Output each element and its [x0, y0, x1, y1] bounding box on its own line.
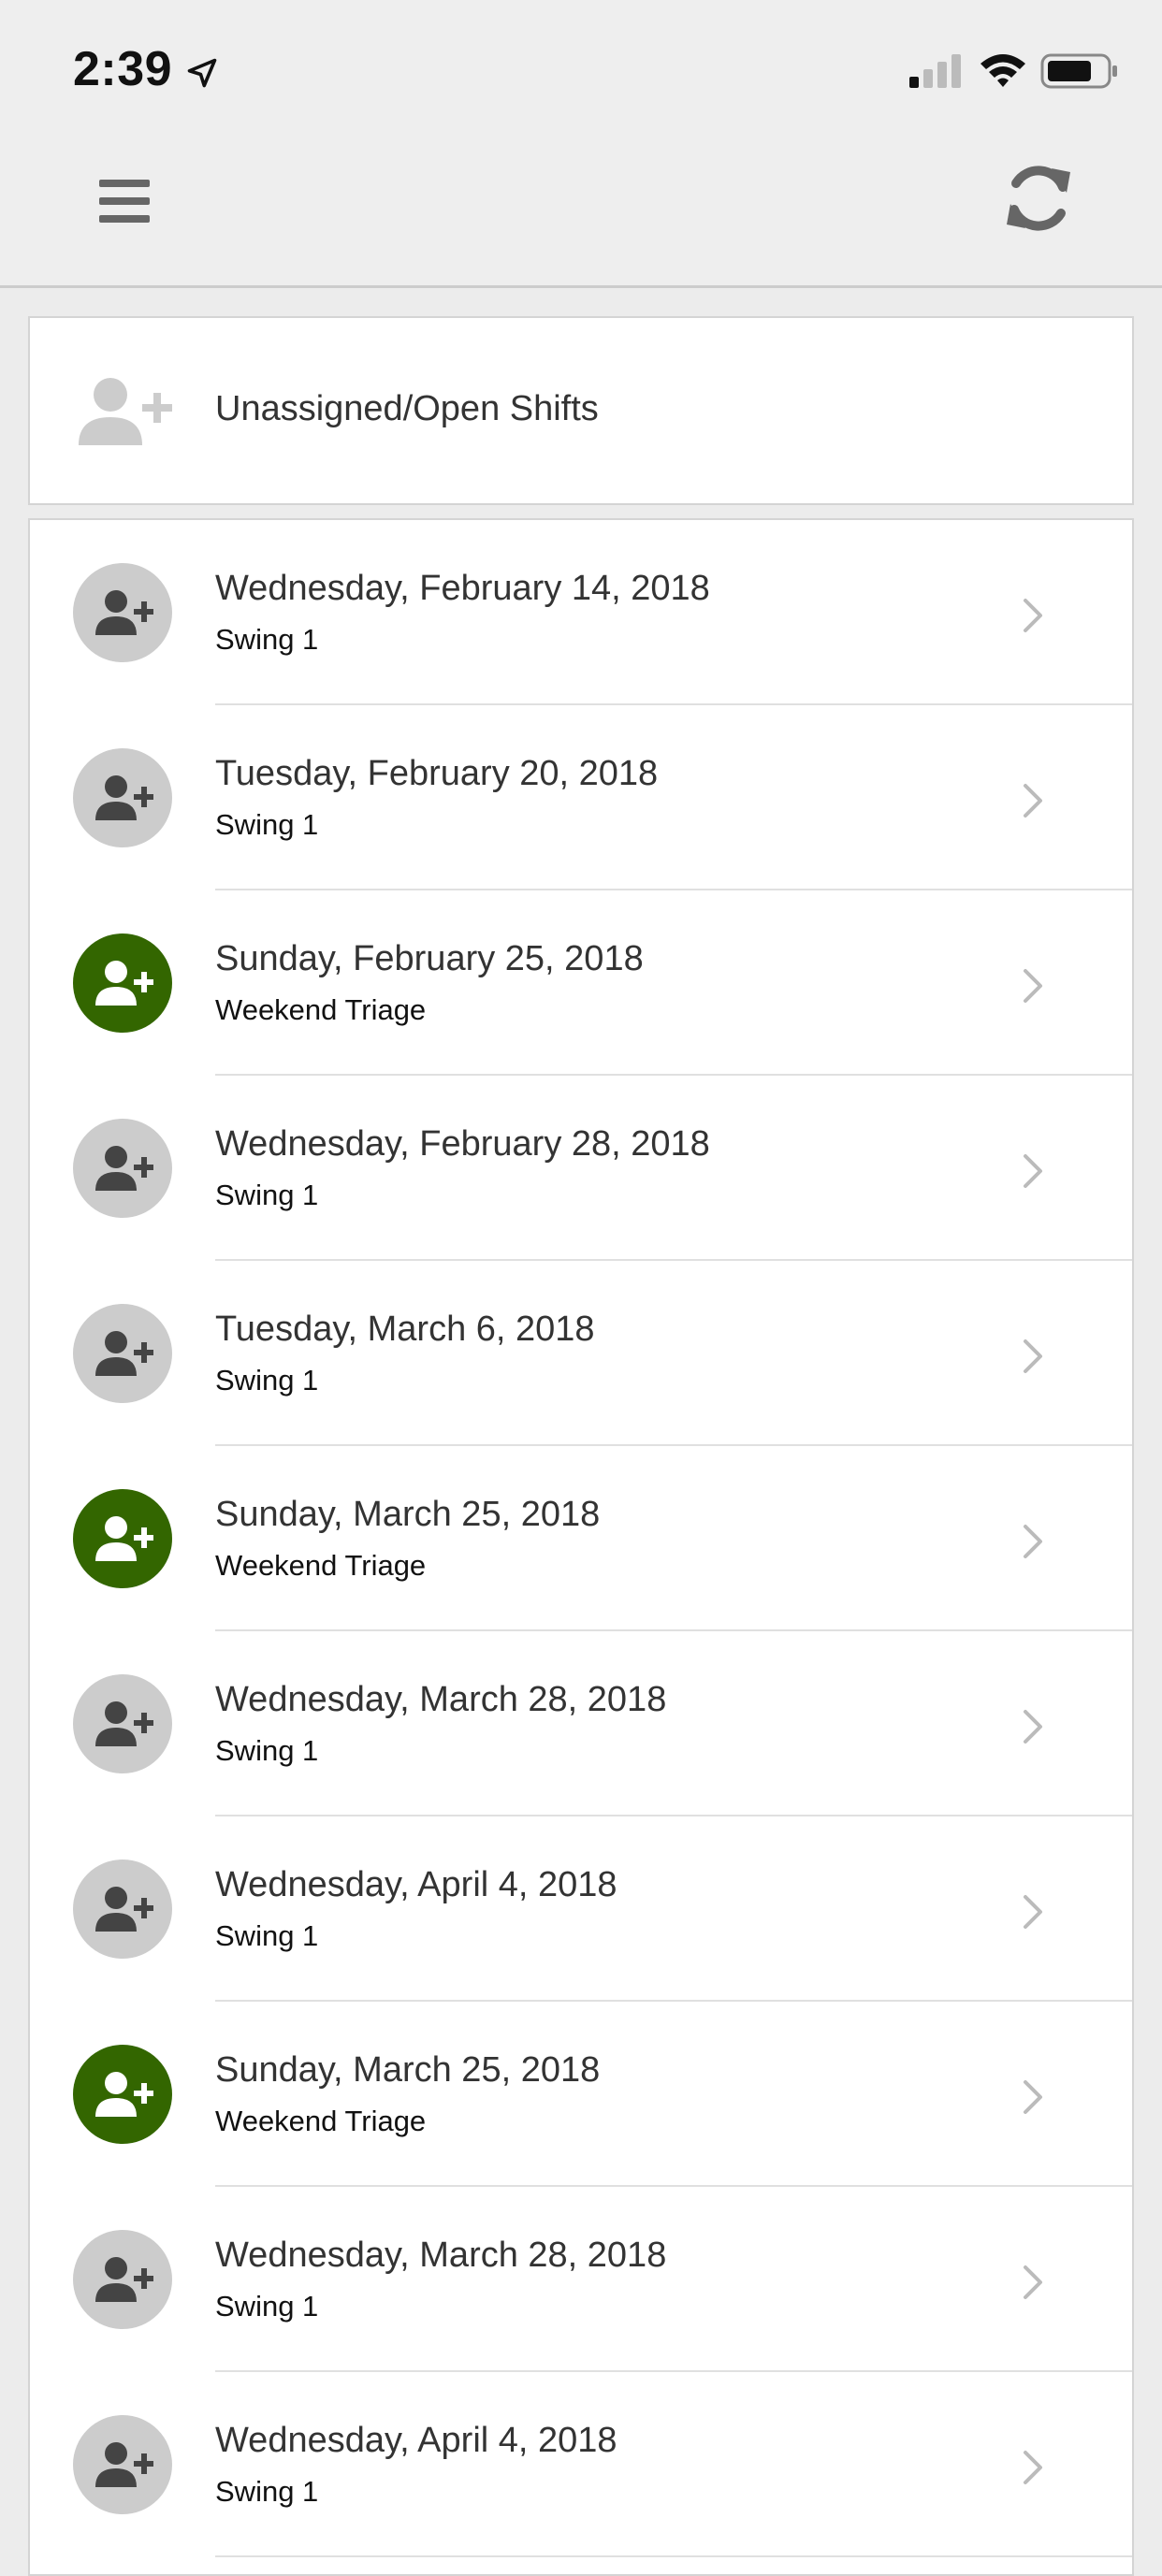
- status-time: 2:39: [73, 42, 173, 96]
- chevron-right-icon: [1024, 784, 1042, 818]
- battery-icon: [1040, 53, 1117, 89]
- shift-date: Wednesday, March 28, 2018: [215, 1680, 667, 1719]
- add-user-icon: [95, 961, 153, 1006]
- chevron-right-icon: [1024, 969, 1042, 1003]
- shift-avatar: [73, 1489, 172, 1588]
- chevron-right-icon: [1024, 1154, 1042, 1188]
- chevron-right-icon: [1024, 1525, 1042, 1558]
- shift-avatar: [73, 1860, 172, 1959]
- shift-date: Sunday, March 25, 2018: [215, 2050, 601, 2090]
- shift-date: Wednesday, February 28, 2018: [215, 1124, 710, 1164]
- shift-avatar: [73, 1304, 172, 1403]
- add-user-icon: [95, 1887, 153, 1932]
- chevron-right-icon: [1024, 2265, 1042, 2299]
- add-user-icon: [95, 1331, 153, 1376]
- add-user-icon: [95, 1146, 153, 1191]
- add-user-icon: [95, 2257, 153, 2302]
- cellular-signal-icon: [909, 54, 961, 88]
- shift-list-item[interactable]: Sunday, February 25, 2018 Weekend Triage: [30, 890, 1132, 1076]
- add-user-icon: [95, 2072, 153, 2117]
- shift-list-item[interactable]: Sunday, March 25, 2018 Weekend Triage: [30, 1446, 1132, 1631]
- shift-date: Wednesday, March 28, 2018: [215, 2236, 667, 2275]
- shift-date: Wednesday, February 14, 2018: [215, 569, 710, 608]
- shift-list-item[interactable]: Wednesday, April 4, 2018 Swing 1: [30, 2372, 1132, 2557]
- shift-date: Sunday, February 25, 2018: [215, 939, 644, 978]
- add-user-icon: [95, 1516, 153, 1561]
- shift-avatar: [73, 2045, 172, 2144]
- shift-list-item[interactable]: Tuesday, March 6, 2018 Swing 1: [30, 1261, 1132, 1446]
- shift-name: Swing 1: [215, 1919, 319, 1952]
- shift-list-item[interactable]: Wednesday, March 28, 2018 Swing 1: [30, 2187, 1132, 2372]
- chevron-right-icon: [1024, 2080, 1042, 2114]
- status-bar: 2:39: [0, 0, 1162, 131]
- shift-date: Wednesday, April 4, 2018: [215, 2421, 617, 2460]
- shift-avatar: [73, 2415, 172, 2514]
- chevron-right-icon: [1024, 599, 1042, 632]
- shift-name: Swing 1: [215, 808, 319, 841]
- app-header: [0, 131, 1162, 288]
- row-divider: [215, 2555, 1132, 2557]
- add-user-icon: [95, 775, 153, 820]
- shift-name: Swing 1: [215, 1364, 319, 1397]
- shift-date: Sunday, March 25, 2018: [215, 1495, 601, 1534]
- wifi-icon: [980, 54, 1025, 87]
- shift-date: Tuesday, March 6, 2018: [215, 1310, 595, 1349]
- shift-list-item[interactable]: Wednesday, February 14, 2018 Swing 1: [30, 520, 1132, 705]
- unassigned-open-shifts-label: Unassigned/Open Shifts: [215, 389, 599, 428]
- shift-name: Swing 1: [215, 2475, 319, 2508]
- hamburger-menu-icon[interactable]: [92, 168, 157, 234]
- shift-name: Weekend Triage: [215, 2105, 427, 2137]
- shift-list-item[interactable]: Tuesday, February 20, 2018 Swing 1: [30, 705, 1132, 890]
- shift-list: Wednesday, February 14, 2018 Swing 1 Tue…: [28, 518, 1134, 2576]
- chevron-right-icon: [1024, 2451, 1042, 2484]
- chevron-right-icon: [1024, 1339, 1042, 1373]
- location-arrow-icon: [187, 58, 217, 88]
- add-user-icon: [79, 378, 172, 445]
- shift-name: Swing 1: [215, 2290, 319, 2323]
- shift-name: Swing 1: [215, 1179, 319, 1211]
- shift-date: Wednesday, April 4, 2018: [215, 1865, 617, 1904]
- shift-list-item[interactable]: Wednesday, March 28, 2018 Swing 1: [30, 1631, 1132, 1816]
- unassigned-open-shifts-item[interactable]: Unassigned/Open Shifts: [28, 316, 1134, 505]
- add-user-icon: [95, 590, 153, 635]
- shift-name: Weekend Triage: [215, 1549, 427, 1582]
- shift-date: Tuesday, February 20, 2018: [215, 754, 659, 793]
- shift-list-item[interactable]: Wednesday, February 28, 2018 Swing 1: [30, 1076, 1132, 1261]
- shift-avatar: [73, 563, 172, 662]
- shift-avatar: [73, 748, 172, 847]
- shift-list-item[interactable]: Wednesday, April 4, 2018 Swing 1: [30, 1816, 1132, 2002]
- shift-name: Weekend Triage: [215, 993, 427, 1026]
- shift-name: Swing 1: [215, 1734, 319, 1767]
- shift-avatar: [73, 1674, 172, 1773]
- shift-name: Swing 1: [215, 623, 319, 656]
- chevron-right-icon: [1024, 1895, 1042, 1929]
- shift-avatar: [73, 2230, 172, 2329]
- add-user-icon: [95, 1701, 153, 1746]
- add-user-icon: [95, 2442, 153, 2487]
- chevron-right-icon: [1024, 1710, 1042, 1744]
- shift-avatar: [73, 933, 172, 1033]
- shift-avatar: [73, 1119, 172, 1218]
- shift-list-item[interactable]: Sunday, March 25, 2018 Weekend Triage: [30, 2002, 1132, 2187]
- refresh-icon[interactable]: [1001, 159, 1076, 238]
